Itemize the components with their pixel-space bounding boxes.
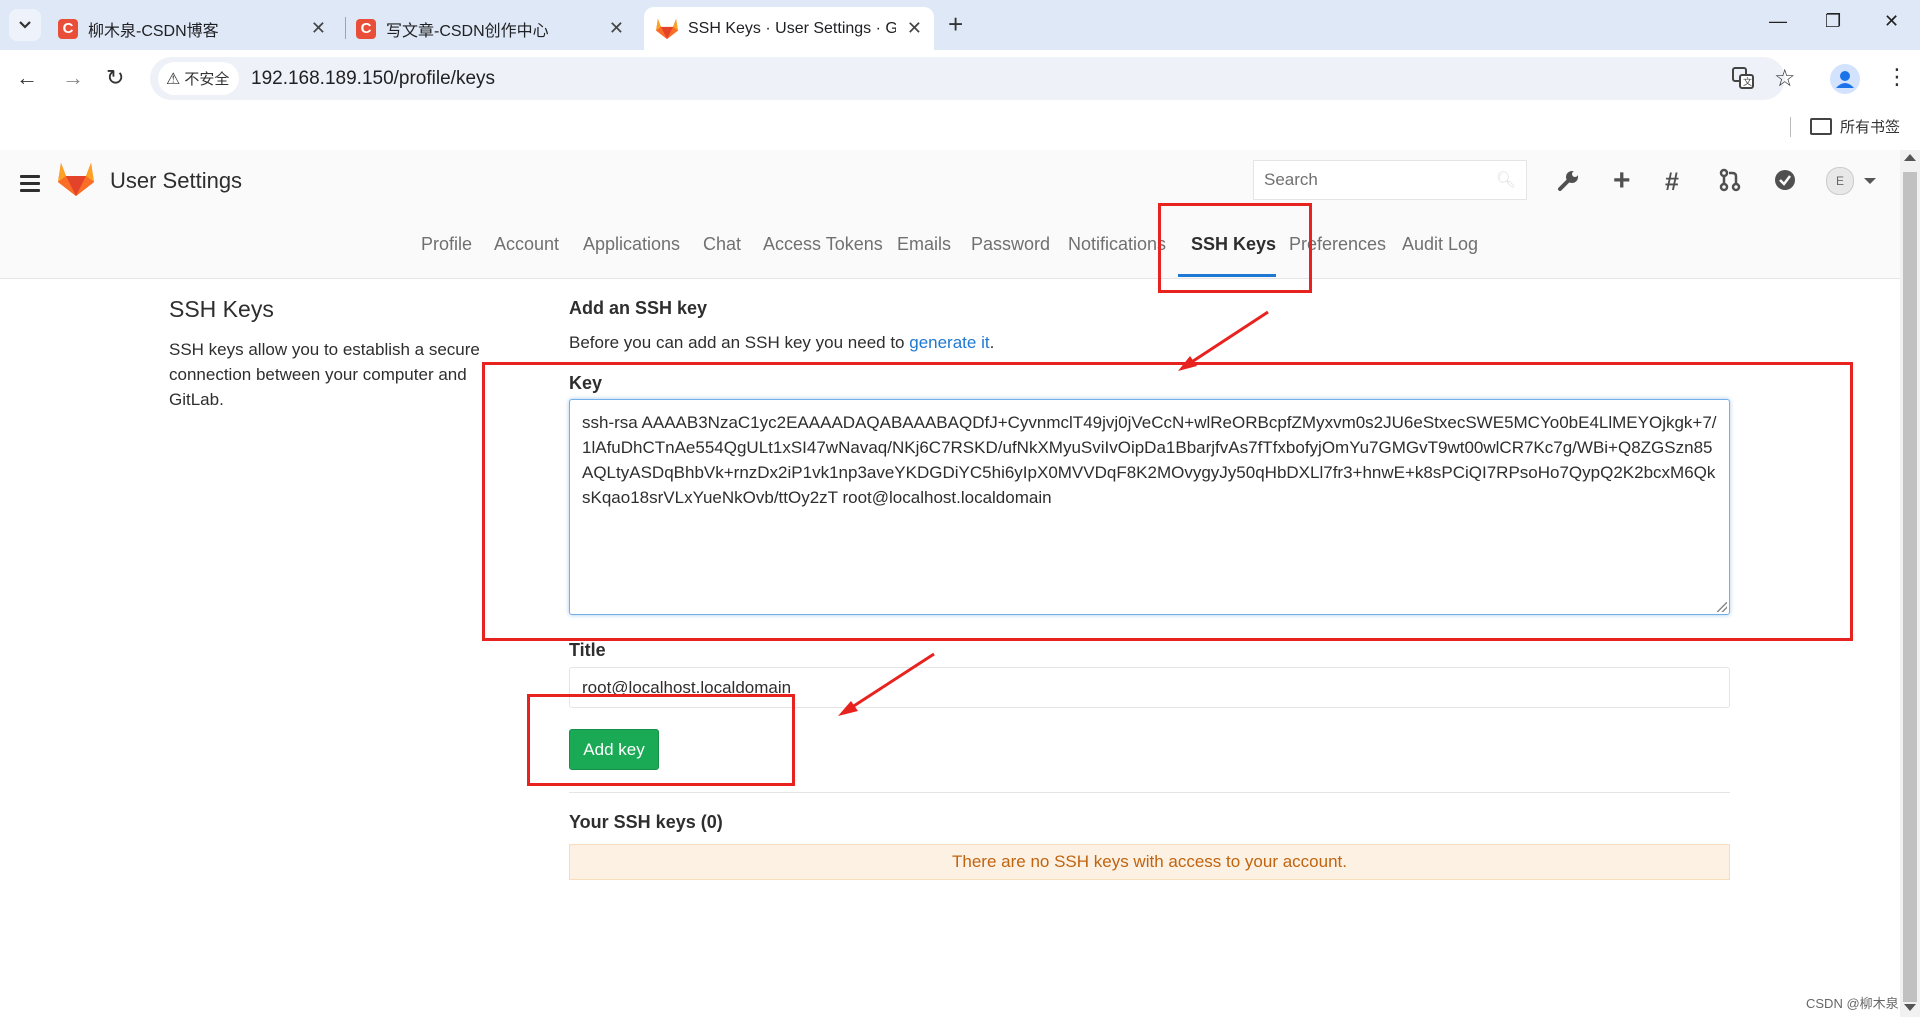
translate-icon[interactable]: 文 xyxy=(1732,67,1754,89)
security-label: 不安全 xyxy=(184,71,230,88)
folder-icon xyxy=(1810,118,1832,135)
caret-down-icon[interactable] xyxy=(1864,178,1876,184)
bookmarks-divider xyxy=(1790,117,1791,137)
back-arrow-icon[interactable]: ← xyxy=(16,66,38,90)
browser-tab-title: 柳木泉-CSDN博客 xyxy=(88,22,219,40)
csdn-icon: C xyxy=(356,18,376,39)
wrench-icon[interactable] xyxy=(1557,168,1581,192)
search-input[interactable] xyxy=(1254,161,1504,199)
tab-ssh-keys[interactable]: SSH Keys xyxy=(1191,234,1276,255)
more-vertical-icon[interactable]: ⋮ xyxy=(1886,64,1908,90)
tab-audit-log[interactable]: Audit Log xyxy=(1402,234,1478,255)
tab-emails[interactable]: Emails xyxy=(897,234,951,255)
tab-divider xyxy=(345,17,346,39)
chevron-down-icon xyxy=(19,21,31,29)
browser-tab-active[interactable]: SSH Keys · User Settings · Git ✕ xyxy=(644,7,934,50)
scroll-up-arrow-icon[interactable] xyxy=(1904,154,1916,161)
hash-icon[interactable]: # xyxy=(1665,168,1679,197)
warning-triangle-icon: ⚠ xyxy=(166,70,181,88)
section-title: SSH Keys xyxy=(169,296,274,322)
new-tab-icon[interactable]: + xyxy=(948,11,963,37)
todo-check-icon[interactable] xyxy=(1773,168,1797,192)
scroll-down-arrow-icon[interactable] xyxy=(1904,1004,1916,1011)
add-key-button[interactable]: Add key xyxy=(569,729,659,770)
close-icon[interactable]: ✕ xyxy=(907,18,922,39)
active-tab-indicator xyxy=(1178,274,1276,277)
page-title: User Settings xyxy=(110,168,243,193)
user-avatar[interactable]: E xyxy=(1826,167,1854,195)
restore-icon[interactable]: ❐ xyxy=(1825,11,1841,32)
csdn-icon: C xyxy=(58,18,78,39)
star-icon[interactable]: ☆ xyxy=(1774,64,1796,93)
browser-tab[interactable]: C 写文章-CSDN创作中心 ✕ xyxy=(356,7,636,50)
reload-icon[interactable]: ↻ xyxy=(106,66,124,90)
browser-tab[interactable]: C 柳木泉-CSDN博客 ✕ xyxy=(58,7,338,50)
key-textarea-wrap[interactable] xyxy=(569,399,1730,615)
profile-avatar[interactable] xyxy=(1830,64,1860,94)
watermark: CSDN @柳木泉 xyxy=(1806,996,1899,1011)
close-icon[interactable]: ✕ xyxy=(609,18,624,39)
browser-tab-title: 写文章-CSDN创作中心 xyxy=(386,22,549,40)
settings-nav: Profile Account Applications Chat Access… xyxy=(0,226,1900,278)
tab-notifications[interactable]: Notifications xyxy=(1068,234,1166,255)
all-bookmarks-label: 所有书签 xyxy=(1840,119,1901,136)
tab-access-tokens[interactable]: Access Tokens xyxy=(763,234,883,255)
gitlab-logo-icon[interactable] xyxy=(58,163,94,196)
url-text[interactable]: 192.168.189.150/profile/keys xyxy=(251,68,495,90)
add-key-help: Before you can add an SSH key you need t… xyxy=(569,333,994,353)
title-field-wrap[interactable] xyxy=(569,667,1730,708)
title-label: Title xyxy=(569,640,606,660)
add-key-heading: Add an SSH key xyxy=(569,298,708,318)
key-textarea[interactable] xyxy=(570,400,1729,614)
title-input[interactable] xyxy=(570,668,1729,707)
your-keys-heading: Your SSH keys (0) xyxy=(569,812,723,832)
tab-password[interactable]: Password xyxy=(971,234,1050,255)
divider xyxy=(569,792,1730,793)
close-icon[interactable]: ✕ xyxy=(311,18,326,39)
browser-tab-title: SSH Keys · User Settings · Git xyxy=(688,19,896,37)
key-label: Key xyxy=(569,373,603,393)
minimize-icon[interactable]: — xyxy=(1769,11,1787,32)
no-keys-alert: There are no SSH keys with access to you… xyxy=(569,844,1730,880)
tab-profile[interactable]: Profile xyxy=(421,234,472,255)
window-close-icon[interactable]: ✕ xyxy=(1884,11,1899,32)
help-text: Before you can add an SSH key you need t… xyxy=(569,333,910,352)
section-description: SSH keys allow you to establish a secure… xyxy=(169,340,480,409)
gitlab-icon xyxy=(656,18,678,39)
forward-arrow-icon[interactable]: → xyxy=(62,66,84,90)
tab-applications[interactable]: Applications xyxy=(583,234,680,255)
scrollbar-thumb[interactable] xyxy=(1903,172,1917,1002)
help-period: . xyxy=(989,333,995,352)
merge-request-icon[interactable] xyxy=(1719,168,1741,192)
tab-chat[interactable]: Chat xyxy=(703,234,741,255)
search-box[interactable]: 🔍︎ xyxy=(1253,160,1527,200)
resize-handle[interactable] xyxy=(1717,602,1727,612)
site-security-chip[interactable]: ⚠ 不安全 xyxy=(158,62,240,95)
hamburger-menu-icon[interactable] xyxy=(20,175,40,196)
person-icon xyxy=(1836,71,1854,88)
tab-preferences[interactable]: Preferences xyxy=(1289,234,1386,255)
bookmarks-bar xyxy=(0,108,1920,148)
svg-text:文: 文 xyxy=(1743,76,1752,88)
search-icon: 🔍︎ xyxy=(1495,172,1516,189)
tab-search-button[interactable] xyxy=(9,9,41,41)
all-bookmarks-folder[interactable]: 所有书签 xyxy=(1810,116,1900,137)
generate-it-link[interactable]: generate it xyxy=(909,333,989,352)
tab-account[interactable]: Account xyxy=(494,234,559,255)
plus-icon[interactable]: + xyxy=(1613,164,1631,198)
